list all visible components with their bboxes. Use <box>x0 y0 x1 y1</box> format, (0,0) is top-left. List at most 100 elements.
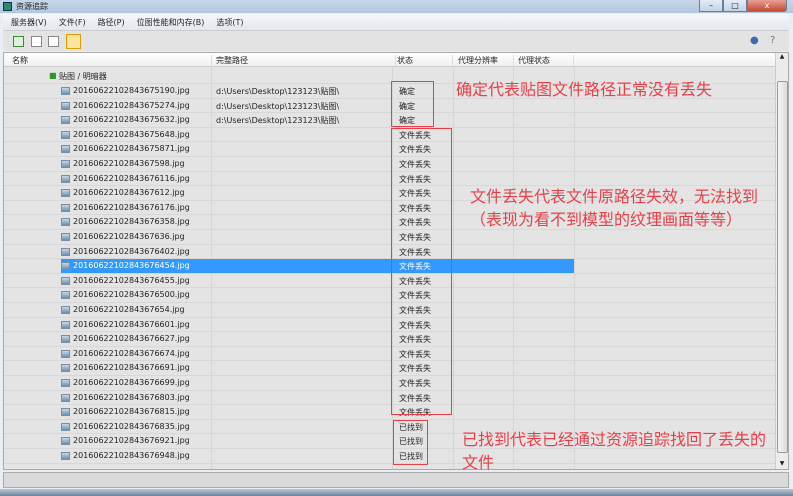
scroll-up-arrow[interactable]: ▲ <box>776 53 788 60</box>
table-row[interactable]: 20160622102843676454.jpg 文件丢失 <box>4 259 776 274</box>
file-name: 20160622102843676627.jpg <box>73 334 190 344</box>
image-file-icon <box>61 335 70 344</box>
file-name: 20160622102843675190.jpg <box>73 86 190 95</box>
maximize-button[interactable]: □ <box>723 0 747 12</box>
image-file-icon <box>61 437 70 446</box>
table-row[interactable]: 20160622102843676815.jpg 文件丢失 <box>4 405 776 420</box>
file-name: 20160622102843676921.jpg <box>73 436 190 446</box>
file-name: 20160622102843676402.jpg <box>73 246 190 256</box>
image-file-icon <box>61 145 70 154</box>
table-row[interactable]: 20160622102843676500.jpg 文件丢失 <box>4 288 776 303</box>
image-file-icon <box>61 408 70 417</box>
image-file-icon <box>61 116 70 125</box>
table-row[interactable]: 20160622102843676627.jpg 文件丢失 <box>4 332 776 347</box>
image-file-icon <box>61 101 70 110</box>
file-path: d:\Users\Desktop\123123\贴图\ <box>216 116 340 126</box>
toolbar: ● ? <box>3 30 789 51</box>
table-row[interactable]: 20160622102843676699.jpg 文件丢失 <box>4 376 776 391</box>
image-file-icon <box>61 349 70 358</box>
file-name: 20160622102843676699.jpg <box>73 378 190 387</box>
scroll-thumb[interactable] <box>777 81 788 453</box>
menu-file[interactable]: 文件(F) <box>59 17 86 28</box>
file-name: 20160622102843676815.jpg <box>73 407 190 417</box>
column-name[interactable]: 名称 <box>12 55 212 68</box>
file-name: 20160622102843676500.jpg <box>73 290 190 300</box>
column-full-path[interactable]: 完整路径 <box>216 55 396 68</box>
table-row[interactable]: 20160622102843676402.jpg 文件丢失 <box>4 245 776 260</box>
menu-bitmap[interactable]: 位图性能和内存(B) <box>137 17 205 28</box>
group-label: 贴图 / 明暗器 <box>59 72 107 81</box>
window-title: 资源追踪 <box>16 2 48 11</box>
file-name: 20160622102843676116.jpg <box>73 173 190 183</box>
file-name: 20160622102843675632.jpg <box>73 115 190 125</box>
file-name: 20160622102843676176.jpg <box>73 202 190 212</box>
table-row[interactable]: 2016062210284367598.jpg 文件丢失 <box>4 157 776 172</box>
file-name: 20160622102843675871.jpg <box>73 144 190 154</box>
image-file-icon <box>61 130 70 139</box>
app-icon <box>3 2 12 11</box>
image-file-icon <box>61 364 70 373</box>
image-file-icon <box>61 276 70 285</box>
thumbnail-icon[interactable] <box>48 36 59 47</box>
file-name: 2016062210284367654.jpg <box>73 305 185 314</box>
help-bubble-icon[interactable]: ● <box>750 35 759 46</box>
file-name: 20160622102843676455.jpg <box>73 275 190 285</box>
table-row[interactable]: 20160622102843675632.jpg d:\Users\Desktop… <box>4 113 776 128</box>
file-name: 20160622102843675648.jpg <box>73 129 190 139</box>
annotation-missing: 文件丢失代表文件原路径失效，无法找到（表现为看不到模型的纹理画面等等） <box>470 187 759 229</box>
file-path: d:\Users\Desktop\123123\贴图\ <box>216 87 340 96</box>
file-name: 20160622102843676601.jpg <box>73 319 190 329</box>
table-row[interactable]: 20160622102843676691.jpg 文件丢失 <box>4 361 776 376</box>
file-name: 20160622102843676835.jpg <box>73 421 190 431</box>
menu-options[interactable]: 选项(T) <box>216 17 243 28</box>
missing-highlight-box <box>391 128 452 415</box>
column-proxy-status[interactable]: 代理状态 <box>518 55 574 68</box>
image-file-icon <box>61 189 70 198</box>
image-file-icon <box>61 87 70 95</box>
file-name: 20160622102843676358.jpg <box>73 217 190 227</box>
image-file-icon <box>61 218 70 227</box>
table-row[interactable]: 20160622102843676116.jpg 文件丢失 <box>4 172 776 187</box>
found-highlight-box <box>393 420 428 465</box>
table-row[interactable]: 20160622102843676803.jpg 文件丢失 <box>4 391 776 406</box>
image-file-icon <box>61 174 70 183</box>
minimize-button[interactable]: – <box>699 0 723 12</box>
file-name: 20160622102843675274.jpg <box>73 100 190 110</box>
image-file-icon <box>61 291 70 300</box>
menu-server[interactable]: 服务器(V) <box>11 17 47 28</box>
title-bar: 资源追踪 – □ x <box>0 0 793 13</box>
image-file-icon <box>61 379 70 387</box>
table-row[interactable]: 20160622102843676601.jpg 文件丢失 <box>4 318 776 333</box>
column-proxy-resolution[interactable]: 代理分辨率 <box>458 55 514 68</box>
annotation-found: 已找到代表已经通过资源追踪找回了丢失的文件 <box>462 430 767 472</box>
file-name: 2016062210284367636.jpg <box>73 232 185 241</box>
table-row[interactable]: 2016062210284367636.jpg 文件丢失 <box>4 230 776 245</box>
scroll-down-arrow[interactable]: ▼ <box>776 460 788 467</box>
file-name: 20160622102843676674.jpg <box>73 348 190 358</box>
image-file-icon <box>61 247 70 256</box>
table-view-icon[interactable] <box>66 34 81 49</box>
image-file-icon <box>61 160 70 168</box>
refresh-icon[interactable] <box>13 36 24 47</box>
vertical-scrollbar[interactable]: ▲ ▼ <box>775 53 788 469</box>
close-button[interactable]: x <box>747 0 787 12</box>
list-header: 名称 完整路径 状态 代理分辨率 代理状态 <box>4 53 776 68</box>
table-row[interactable]: 20160622102843676455.jpg 文件丢失 <box>4 274 776 289</box>
file-name: 20160622102843676691.jpg <box>73 363 190 373</box>
table-row[interactable]: 20160622102843675871.jpg 文件丢失 <box>4 142 776 157</box>
table-row[interactable]: 20160622102843675648.jpg 文件丢失 <box>4 128 776 143</box>
image-file-icon <box>61 306 70 314</box>
table-row[interactable]: 20160622102843676674.jpg 文件丢失 <box>4 347 776 362</box>
question-icon[interactable]: ? <box>770 35 775 46</box>
file-name: 20160622102843676454.jpg <box>73 261 190 271</box>
image-file-icon <box>61 262 70 271</box>
taskbar-edge <box>0 489 793 496</box>
file-path: d:\Users\Desktop\123123\贴图\ <box>216 101 340 111</box>
menu-path[interactable]: 路径(P) <box>98 17 125 28</box>
material-icon: ■ <box>49 71 57 80</box>
list-icon[interactable] <box>31 36 42 47</box>
table-row[interactable]: 2016062210284367654.jpg 文件丢失 <box>4 303 776 318</box>
column-status[interactable]: 状态 <box>397 55 453 68</box>
image-file-icon <box>61 393 70 402</box>
annotation-ok: 确定代表贴图文件路径正常没有丢失 <box>456 80 713 99</box>
